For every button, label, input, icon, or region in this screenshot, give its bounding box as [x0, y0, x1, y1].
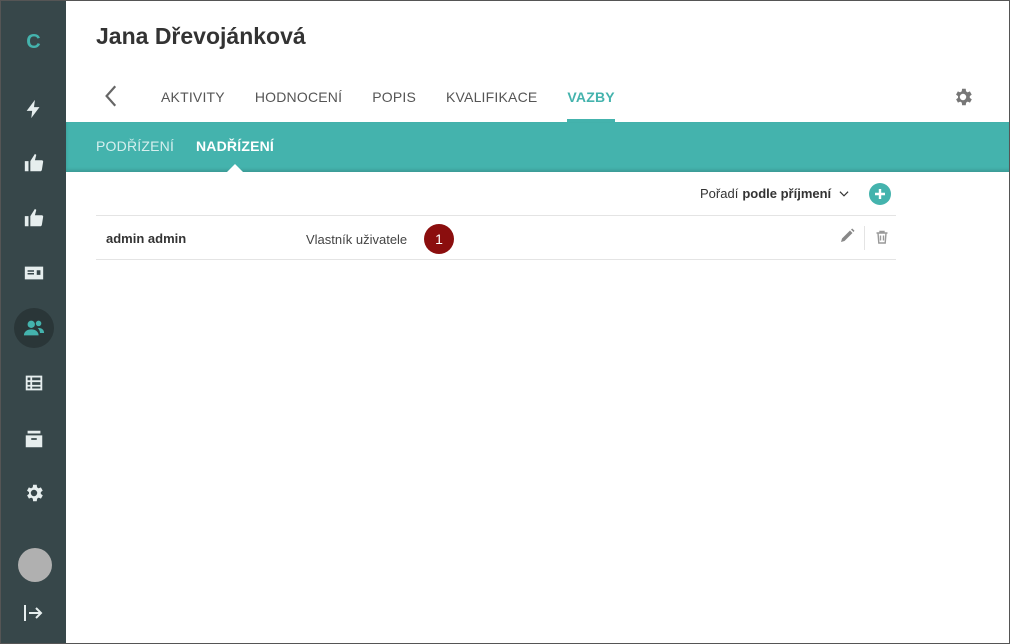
- sort-dropdown[interactable]: Pořadí podle příjmení: [700, 186, 851, 201]
- sort-label: Pořadí: [700, 186, 739, 201]
- subtab-podrizeni[interactable]: PODŘÍZENÍ: [96, 138, 174, 154]
- add-button[interactable]: [869, 183, 891, 205]
- action-divider: [864, 226, 865, 250]
- settings-gear-icon[interactable]: [952, 86, 974, 108]
- active-subtab-caret: [227, 164, 243, 172]
- avatar[interactable]: [18, 548, 52, 582]
- thumb-up-icon[interactable]: [14, 143, 54, 183]
- id-card-icon[interactable]: [14, 253, 54, 293]
- gear-icon[interactable]: [14, 473, 54, 513]
- tab-popis[interactable]: POPIS: [372, 89, 416, 122]
- step-badge: 1: [424, 224, 454, 254]
- row-role: Vlastník uživatele: [306, 232, 408, 247]
- trash-icon[interactable]: [874, 229, 890, 245]
- subtab-nadrizeni[interactable]: NADŘÍZENÍ: [196, 138, 274, 154]
- page-title: Jana Dřevojánková: [96, 23, 306, 49]
- sub-tabs-bar: PODŘÍZENÍ NADŘÍZENÍ: [66, 122, 1009, 172]
- chevron-left-icon: [105, 85, 117, 107]
- row-name: admin admin: [106, 231, 187, 246]
- plus-icon: [875, 189, 885, 199]
- app-window: C Jana Dřevojánková AKTIVITY HODNOCENÍ P…: [0, 0, 1010, 644]
- chevron-down-icon: [837, 187, 851, 201]
- sidebar: C: [1, 1, 66, 643]
- back-button[interactable]: [99, 83, 125, 109]
- logout-icon[interactable]: [21, 601, 45, 625]
- table-row[interactable]: admin admin Vlastník uživatele 1: [96, 215, 896, 260]
- main-tabs: AKTIVITY HODNOCENÍ POPIS KVALIFIKACE VAZ…: [161, 89, 645, 122]
- users-icon[interactable]: [14, 308, 54, 348]
- tab-aktivity[interactable]: AKTIVITY: [161, 89, 225, 122]
- sort-value: podle příjmení: [742, 186, 832, 201]
- app-logo[interactable]: C: [1, 31, 66, 54]
- pencil-icon[interactable]: [839, 228, 855, 244]
- lightning-icon[interactable]: [14, 89, 54, 129]
- archive-icon[interactable]: [14, 419, 54, 459]
- tab-vazby[interactable]: VAZBY: [567, 89, 616, 122]
- table-icon[interactable]: [14, 363, 54, 403]
- thumb-up-icon[interactable]: [14, 198, 54, 238]
- tab-kvalifikace[interactable]: KVALIFIKACE: [446, 89, 537, 122]
- tab-hodnoceni[interactable]: HODNOCENÍ: [255, 89, 342, 122]
